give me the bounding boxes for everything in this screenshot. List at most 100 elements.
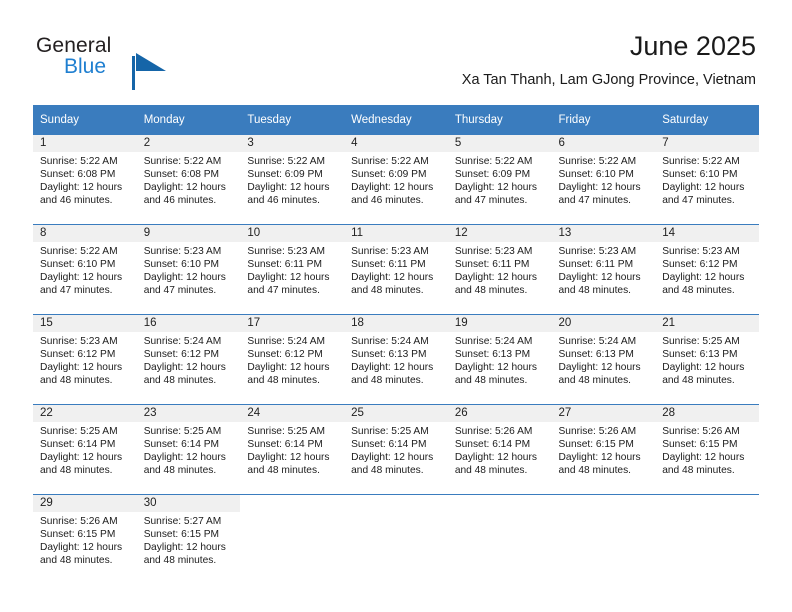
daylight-duration-line1: Daylight: 12 hours <box>558 452 641 464</box>
calendar-day[interactable]: 30 Sunrise: 5:27 AM Sunset: 6:15 PM Dayligh… <box>136 494 241 584</box>
weekday-header-wednesday: Wednesday <box>344 105 448 134</box>
calendar-day[interactable]: 19 Sunrise: 5:24 AM Sunset: 6:13 PM Dayligh… <box>447 314 552 404</box>
calendar-day[interactable]: 10 Sunrise: 5:23 AM Sunset: 6:11 PM Dayligh… <box>240 224 345 314</box>
day-number: 10 <box>240 225 345 242</box>
calendar-day[interactable]: 2 Sunrise: 5:22 AM Sunset: 6:08 PM Daylight… <box>136 134 241 224</box>
day-sun-info: Sunrise: 5:22 AM Sunset: 6:09 PM Daylight:… <box>344 152 448 207</box>
daylight-duration-line1: Daylight: 12 hours <box>558 362 641 374</box>
sunset-time: Sunset: 6:12 PM <box>662 259 738 271</box>
calendar-day[interactable]: 21 Sunrise: 5:25 AM Sunset: 6:13 PM Dayligh… <box>655 314 759 404</box>
day-number: 7 <box>655 135 759 152</box>
calendar-day[interactable]: 11 Sunrise: 5:23 AM Sunset: 6:11 PM Dayligh… <box>344 224 448 314</box>
calendar-day[interactable]: 17 Sunrise: 5:24 AM Sunset: 6:12 PM Dayligh… <box>240 314 345 404</box>
calendar-day[interactable]: 26 Sunrise: 5:26 AM Sunset: 6:14 PM Dayligh… <box>447 404 552 494</box>
sunrise-time: Sunrise: 5:22 AM <box>662 156 740 167</box>
calendar-cell <box>551 494 656 584</box>
sunrise-time: Sunrise: 5:22 AM <box>143 156 222 167</box>
sunrise-time: Sunrise: 5:22 AM <box>247 156 325 167</box>
calendar-day-empty <box>344 494 448 584</box>
logo-triangle-icon <box>136 53 166 71</box>
calendar-day[interactable]: 12 Sunrise: 5:23 AM Sunset: 6:11 PM Dayligh… <box>447 224 552 314</box>
day-number <box>448 495 552 512</box>
daylight-duration-line1: Daylight: 12 hours <box>662 272 745 284</box>
day-sun-info: Sunrise: 5:26 AM Sunset: 6:15 PM Daylight:… <box>655 422 759 477</box>
calendar-header-row: Sunday Monday Tuesday Wednesday Thursday… <box>33 105 759 134</box>
daylight-duration-line2: and 48 minutes. <box>247 465 320 477</box>
daylight-duration-line2: and 48 minutes. <box>662 465 735 477</box>
calendar-day[interactable]: 22 Sunrise: 5:25 AM Sunset: 6:14 PM Dayligh… <box>33 404 137 494</box>
calendar-week-row: 29 Sunrise: 5:26 AM Sunset: 6:15 PM Dayligh… <box>33 494 759 584</box>
day-sun-info: Sunrise: 5:22 AM Sunset: 6:09 PM Daylight:… <box>240 152 344 207</box>
daylight-duration-line2: and 48 minutes. <box>662 285 735 297</box>
calendar-cell: 30 Sunrise: 5:27 AM Sunset: 6:15 PM Dayligh… <box>136 494 241 584</box>
day-number: 24 <box>240 405 345 422</box>
day-number: 20 <box>551 315 656 332</box>
day-number: 16 <box>136 315 241 332</box>
sunrise-time: Sunrise: 5:26 AM <box>454 426 533 437</box>
daylight-duration-line1: Daylight: 12 hours <box>40 182 123 194</box>
daylight-duration-line1: Daylight: 12 hours <box>662 182 745 194</box>
daylight-duration-line2: and 47 minutes. <box>143 285 217 297</box>
calendar-day[interactable]: 16 Sunrise: 5:24 AM Sunset: 6:12 PM Dayligh… <box>136 314 241 404</box>
sunset-time: Sunset: 6:10 PM <box>143 259 220 271</box>
calendar-cell <box>240 494 345 584</box>
calendar-day[interactable]: 5 Sunrise: 5:22 AM Sunset: 6:09 PM Daylight… <box>447 134 552 224</box>
calendar-day[interactable]: 29 Sunrise: 5:26 AM Sunset: 6:15 PM Dayligh… <box>33 494 137 584</box>
sunset-time: Sunset: 6:14 PM <box>143 439 220 451</box>
calendar-day[interactable]: 18 Sunrise: 5:24 AM Sunset: 6:13 PM Dayligh… <box>344 314 448 404</box>
calendar-day[interactable]: 1 Sunrise: 5:22 AM Sunset: 6:08 PM Daylight… <box>33 134 137 224</box>
calendar-cell: 14 Sunrise: 5:23 AM Sunset: 6:12 PM Dayligh… <box>655 224 759 314</box>
calendar-day[interactable]: 9 Sunrise: 5:23 AM Sunset: 6:10 PM Daylight… <box>136 224 241 314</box>
calendar-day[interactable]: 3 Sunrise: 5:22 AM Sunset: 6:09 PM Daylight… <box>240 134 345 224</box>
calendar-day[interactable]: 25 Sunrise: 5:25 AM Sunset: 6:14 PM Dayligh… <box>344 404 448 494</box>
calendar-day[interactable]: 23 Sunrise: 5:25 AM Sunset: 6:14 PM Dayligh… <box>136 404 241 494</box>
daylight-duration-line2: and 48 minutes. <box>40 465 113 477</box>
calendar-day[interactable]: 20 Sunrise: 5:24 AM Sunset: 6:13 PM Dayligh… <box>551 314 656 404</box>
calendar-day[interactable]: 24 Sunrise: 5:25 AM Sunset: 6:14 PM Dayligh… <box>240 404 345 494</box>
day-number: 9 <box>136 225 241 242</box>
page-subtitle: Xa Tan Thanh, Lam GJong Province, Vietna… <box>461 72 756 88</box>
day-sun-info: Sunrise: 5:26 AM Sunset: 6:15 PM Daylight:… <box>33 512 137 567</box>
day-number: 14 <box>655 225 759 242</box>
sunrise-time: Sunrise: 5:22 AM <box>351 156 429 167</box>
calendar-page: General Blue June 2025 Xa Tan Thanh, Lam… <box>0 0 792 612</box>
calendar-day[interactable]: 7 Sunrise: 5:22 AM Sunset: 6:10 PM Daylight… <box>655 134 759 224</box>
calendar-day[interactable]: 4 Sunrise: 5:22 AM Sunset: 6:09 PM Daylight… <box>344 134 448 224</box>
calendar-day[interactable]: 15 Sunrise: 5:23 AM Sunset: 6:12 PM Dayligh… <box>33 314 137 404</box>
logo-text-blue: Blue <box>64 55 107 78</box>
day-sun-info: Sunrise: 5:22 AM Sunset: 6:08 PM Daylight:… <box>33 152 137 207</box>
calendar-week-row: 8 Sunrise: 5:22 AM Sunset: 6:10 PM Daylight… <box>33 224 759 314</box>
calendar-day[interactable]: 6 Sunrise: 5:22 AM Sunset: 6:10 PM Daylight… <box>551 134 656 224</box>
day-sun-info: Sunrise: 5:22 AM Sunset: 6:10 PM Daylight:… <box>552 152 656 207</box>
sunrise-time: Sunrise: 5:25 AM <box>662 336 740 347</box>
general-blue-logo[interactable]: General Blue <box>36 34 266 90</box>
day-number <box>240 495 344 512</box>
day-number: 26 <box>447 405 552 422</box>
sunset-time: Sunset: 6:12 PM <box>40 349 116 361</box>
daylight-duration-line1: Daylight: 12 hours <box>247 362 330 374</box>
sunset-time: Sunset: 6:15 PM <box>558 439 634 451</box>
calendar-cell: 3 Sunrise: 5:22 AM Sunset: 6:09 PM Daylight… <box>240 134 345 224</box>
daylight-duration-line1: Daylight: 12 hours <box>558 272 641 284</box>
daylight-duration-line1: Daylight: 12 hours <box>662 362 745 374</box>
calendar-day[interactable]: 28 Sunrise: 5:26 AM Sunset: 6:15 PM Dayligh… <box>655 404 759 494</box>
daylight-duration-line1: Daylight: 12 hours <box>40 542 123 554</box>
daylight-duration-line2: and 48 minutes. <box>558 375 632 387</box>
sunset-time: Sunset: 6:10 PM <box>662 169 738 181</box>
day-number: 1 <box>33 135 137 152</box>
calendar-day[interactable]: 27 Sunrise: 5:26 AM Sunset: 6:15 PM Dayligh… <box>551 404 656 494</box>
sunrise-time: Sunrise: 5:26 AM <box>40 516 118 527</box>
day-number: 18 <box>344 315 448 332</box>
day-sun-info: Sunrise: 5:25 AM Sunset: 6:14 PM Daylight:… <box>137 422 241 477</box>
daylight-duration-line1: Daylight: 12 hours <box>143 542 226 554</box>
daylight-duration-line1: Daylight: 12 hours <box>454 452 537 464</box>
calendar-day[interactable]: 13 Sunrise: 5:23 AM Sunset: 6:11 PM Dayligh… <box>551 224 656 314</box>
day-sun-info: Sunrise: 5:23 AM Sunset: 6:10 PM Daylight:… <box>137 242 241 297</box>
daylight-duration-line2: and 47 minutes. <box>558 195 632 207</box>
calendar-cell: 25 Sunrise: 5:25 AM Sunset: 6:14 PM Dayligh… <box>344 404 448 494</box>
day-number <box>344 495 448 512</box>
sunset-time: Sunset: 6:13 PM <box>454 349 531 361</box>
day-number: 29 <box>33 495 137 512</box>
calendar-day[interactable]: 14 Sunrise: 5:23 AM Sunset: 6:12 PM Dayligh… <box>655 224 759 314</box>
calendar-day[interactable]: 8 Sunrise: 5:22 AM Sunset: 6:10 PM Daylight… <box>33 224 137 314</box>
